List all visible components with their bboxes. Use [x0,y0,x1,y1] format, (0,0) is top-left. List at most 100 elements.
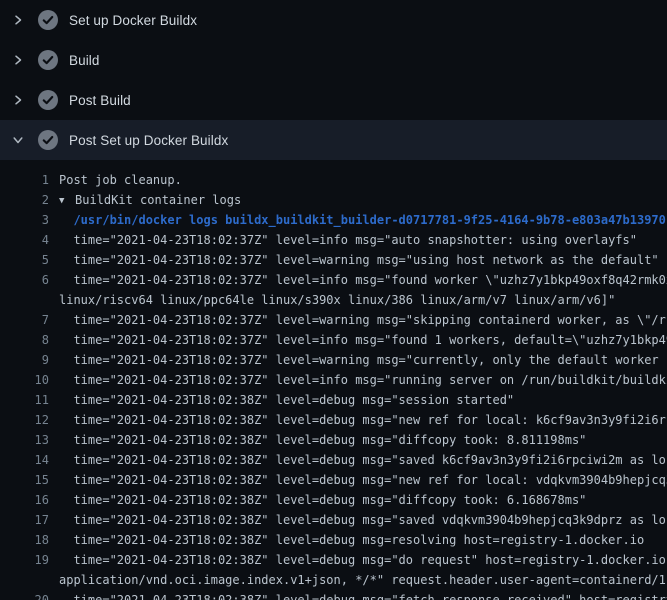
workflow-steps-list: Set up Docker Buildx Build Post Build Po… [0,0,667,160]
log-line-number[interactable]: 3 [0,210,49,230]
log-line-number[interactable]: 12 [0,410,49,430]
log-text-wrap-segment: linux/riscv64 linux/ppc64le linux/s390x … [59,290,667,310]
log-text-segment: time="2021-04-23T18:02:38Z" level=debug … [59,510,667,530]
step-row[interactable]: Set up Docker Buildx [0,0,667,40]
log-line-number[interactable]: 14 [0,450,49,470]
check-circle-icon [38,50,58,70]
log-line: 2 ▼BuildKit container logs [0,190,667,210]
log-text-segment: time="2021-04-23T18:02:37Z" level=warnin… [59,250,667,270]
log-line: 10 time="2021-04-23T18:02:37Z" level=inf… [0,370,667,390]
step-label: Post Build [69,93,131,108]
log-line-content: time="2021-04-23T18:02:37Z" level=info m… [49,270,667,310]
log-text-wrap-segment: application/vnd.oci.image.index.v1+json,… [59,570,667,590]
log-line: 5 time="2021-04-23T18:02:37Z" level=warn… [0,250,667,270]
log-line: 13 time="2021-04-23T18:02:38Z" level=deb… [0,430,667,450]
log-line-content: time="2021-04-23T18:02:38Z" level=debug … [49,410,667,430]
log-text-segment: time="2021-04-23T18:02:37Z" level=warnin… [59,310,667,330]
step-label: Post Set up Docker Buildx [69,133,228,148]
log-line: 1 Post job cleanup. [0,170,667,190]
check-circle-icon [38,90,58,110]
log-line-content: time="2021-04-23T18:02:38Z" level=debug … [49,390,667,410]
log-text-segment: time="2021-04-23T18:02:37Z" level=info m… [59,270,667,290]
log-line-number[interactable]: 1 [0,170,49,190]
log-text-segment: time="2021-04-23T18:02:37Z" level=info m… [59,230,667,250]
log-line: 11 time="2021-04-23T18:02:38Z" level=deb… [0,390,667,410]
log-line-content: time="2021-04-23T18:02:38Z" level=debug … [49,530,667,550]
step-row[interactable]: Post Build [0,80,667,120]
log-line: 14 time="2021-04-23T18:02:38Z" level=deb… [0,450,667,470]
log-line-number[interactable]: 2 [0,190,49,210]
log-line: 12 time="2021-04-23T18:02:38Z" level=deb… [0,410,667,430]
log-text-segment: time="2021-04-23T18:02:38Z" level=debug … [59,550,667,570]
log-line-content: time="2021-04-23T18:02:37Z" level=warnin… [49,350,667,370]
log-text-segment: time="2021-04-23T18:02:37Z" level=info m… [59,370,667,390]
log-line-content: time="2021-04-23T18:02:38Z" level=debug … [49,510,667,530]
step-label: Build [69,53,100,68]
chevron-right-icon [8,50,28,70]
log-line-content: time="2021-04-23T18:02:37Z" level=info m… [49,370,667,390]
log-line-content: time="2021-04-23T18:02:38Z" level=debug … [49,490,667,510]
log-text-segment: ▼BuildKit container logs [59,190,667,210]
log-line-content: ▼BuildKit container logs [49,190,667,210]
log-line-content: time="2021-04-23T18:02:37Z" level=info m… [49,230,667,250]
log-line-number[interactable]: 8 [0,330,49,350]
log-line-content: /usr/bin/docker logs buildx_buildkit_bui… [49,210,667,230]
log-line-number[interactable]: 20 [0,590,49,600]
log-line-content: time="2021-04-23T18:02:38Z" level=debug … [49,550,667,590]
log-text-segment: time="2021-04-23T18:02:38Z" level=debug … [59,410,667,430]
chevron-down-icon [8,130,28,150]
log-line-content: time="2021-04-23T18:02:37Z" level=info m… [49,330,667,350]
log-line-number[interactable]: 13 [0,430,49,450]
collapse-triangle-icon[interactable]: ▼ [59,191,75,210]
log-text-segment: time="2021-04-23T18:02:38Z" level=debug … [59,590,667,600]
log-text-segment: /usr/bin/docker logs buildx_buildkit_bui… [59,210,667,230]
log-line-number[interactable]: 18 [0,530,49,550]
log-line: 16 time="2021-04-23T18:02:38Z" level=deb… [0,490,667,510]
log-line-number[interactable]: 10 [0,370,49,390]
check-circle-icon [38,10,58,30]
log-line-content: time="2021-04-23T18:02:37Z" level=warnin… [49,310,667,330]
log-line-content: time="2021-04-23T18:02:38Z" level=debug … [49,590,667,600]
log-line: 3 /usr/bin/docker logs buildx_buildkit_b… [0,210,667,230]
log-text-segment: time="2021-04-23T18:02:38Z" level=debug … [59,470,667,490]
log-line-number[interactable]: 9 [0,350,49,370]
step-row[interactable]: Build [0,40,667,80]
log-line: 9 time="2021-04-23T18:02:37Z" level=warn… [0,350,667,370]
log-line-content: Post job cleanup. [49,170,667,190]
check-circle-icon [38,130,58,150]
log-line: 6 time="2021-04-23T18:02:37Z" level=info… [0,270,667,310]
log-text-segment: time="2021-04-23T18:02:38Z" level=debug … [59,490,667,510]
log-line: 8 time="2021-04-23T18:02:37Z" level=info… [0,330,667,350]
log-line-number[interactable]: 19 [0,550,49,570]
log-line-number[interactable]: 4 [0,230,49,250]
log-line: 20 time="2021-04-23T18:02:38Z" level=deb… [0,590,667,600]
chevron-right-icon [8,10,28,30]
log-line-number[interactable]: 11 [0,390,49,410]
log-line-content: time="2021-04-23T18:02:37Z" level=warnin… [49,250,667,270]
log-text-segment: time="2021-04-23T18:02:37Z" level=warnin… [59,350,667,370]
log-line-content: time="2021-04-23T18:02:38Z" level=debug … [49,450,667,470]
log-line: 19 time="2021-04-23T18:02:38Z" level=deb… [0,550,667,590]
log-text-segment: time="2021-04-23T18:02:38Z" level=debug … [59,430,667,450]
log-line: 4 time="2021-04-23T18:02:37Z" level=info… [0,230,667,250]
log-line-content: time="2021-04-23T18:02:38Z" level=debug … [49,430,667,450]
log-line-number[interactable]: 6 [0,270,49,290]
log-line: 17 time="2021-04-23T18:02:38Z" level=deb… [0,510,667,530]
log-line-number[interactable]: 16 [0,490,49,510]
step-log-viewer: 1 Post job cleanup. 2 ▼BuildKit containe… [0,160,667,600]
log-line: 18 time="2021-04-23T18:02:38Z" level=deb… [0,530,667,550]
log-line-number[interactable]: 5 [0,250,49,270]
log-line-number[interactable]: 15 [0,470,49,490]
log-line-number[interactable]: 7 [0,310,49,330]
log-text-segment: time="2021-04-23T18:02:38Z" level=debug … [59,530,667,550]
log-text-segment: time="2021-04-23T18:02:38Z" level=debug … [59,450,667,470]
log-line-content: time="2021-04-23T18:02:38Z" level=debug … [49,470,667,490]
log-text-segment: time="2021-04-23T18:02:38Z" level=debug … [59,390,667,410]
log-text-segment: time="2021-04-23T18:02:37Z" level=info m… [59,330,667,350]
log-line: 7 time="2021-04-23T18:02:37Z" level=warn… [0,310,667,330]
chevron-right-icon [8,90,28,110]
step-label: Set up Docker Buildx [69,13,197,28]
step-row[interactable]: Post Set up Docker Buildx [0,120,667,160]
log-text-segment: Post job cleanup. [59,170,667,190]
log-line-number[interactable]: 17 [0,510,49,530]
